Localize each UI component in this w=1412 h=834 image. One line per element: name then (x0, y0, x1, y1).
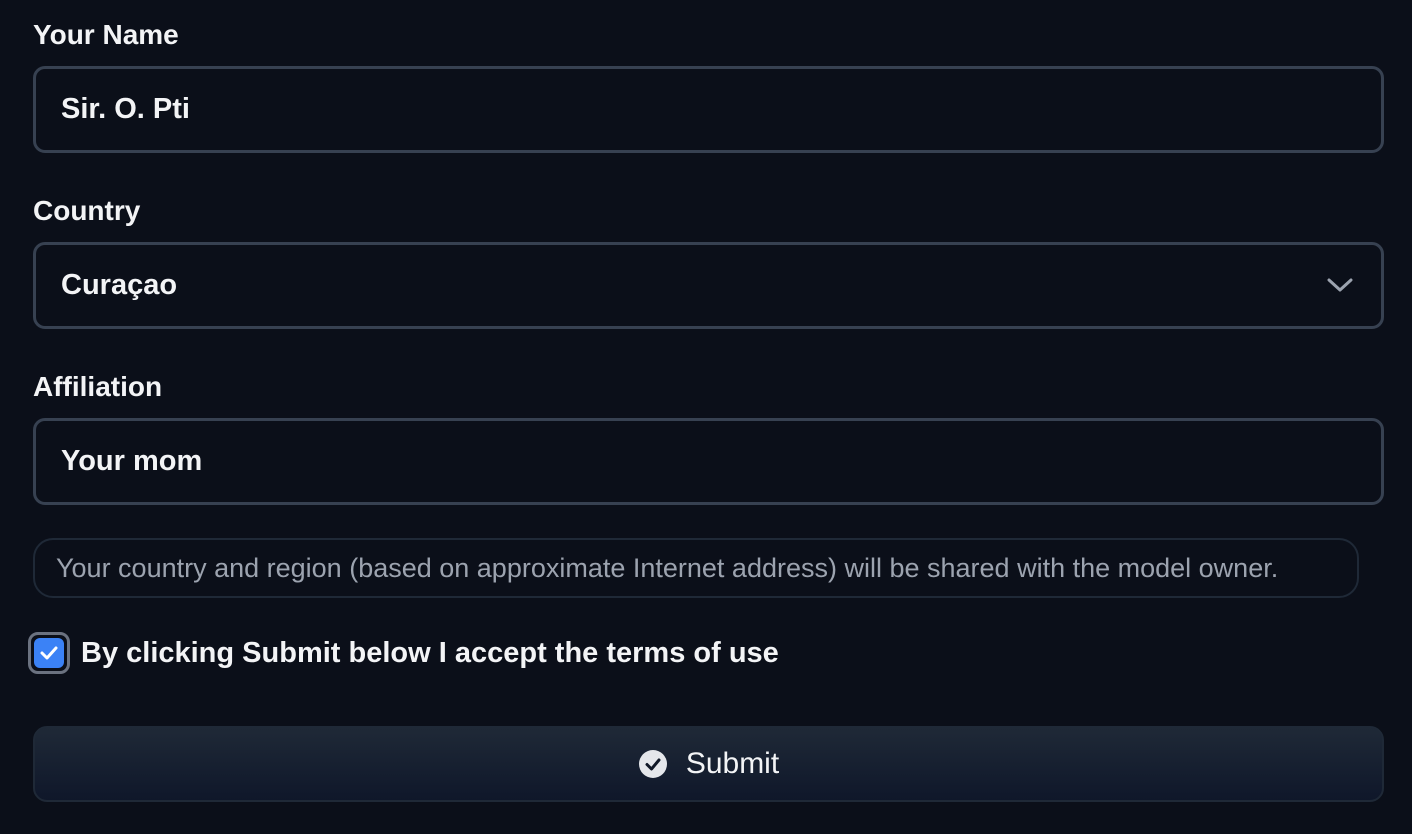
country-select[interactable]: Curaçao (33, 242, 1384, 329)
name-input[interactable] (33, 66, 1384, 153)
terms-checkbox-row[interactable]: By clicking Submit below I accept the te… (28, 632, 779, 674)
checkmark-icon (40, 646, 58, 660)
check-circle-icon (638, 750, 667, 778)
name-label: Your Name (33, 19, 179, 50)
affiliation-label: Affiliation (33, 371, 163, 402)
affiliation-input[interactable] (33, 418, 1384, 505)
country-label: Country (33, 195, 141, 226)
country-selected-value: Curaçao (61, 269, 178, 301)
checkbox-checked-fill (34, 638, 64, 668)
submit-label: Submit (685, 747, 780, 780)
chevron-down-icon (1327, 278, 1353, 292)
privacy-notice: Your country and region (based on approx… (33, 538, 1359, 598)
terms-label: By clicking Submit below I accept the te… (81, 636, 779, 669)
submit-button[interactable]: Submit (33, 726, 1384, 802)
terms-checkbox[interactable] (28, 632, 70, 674)
